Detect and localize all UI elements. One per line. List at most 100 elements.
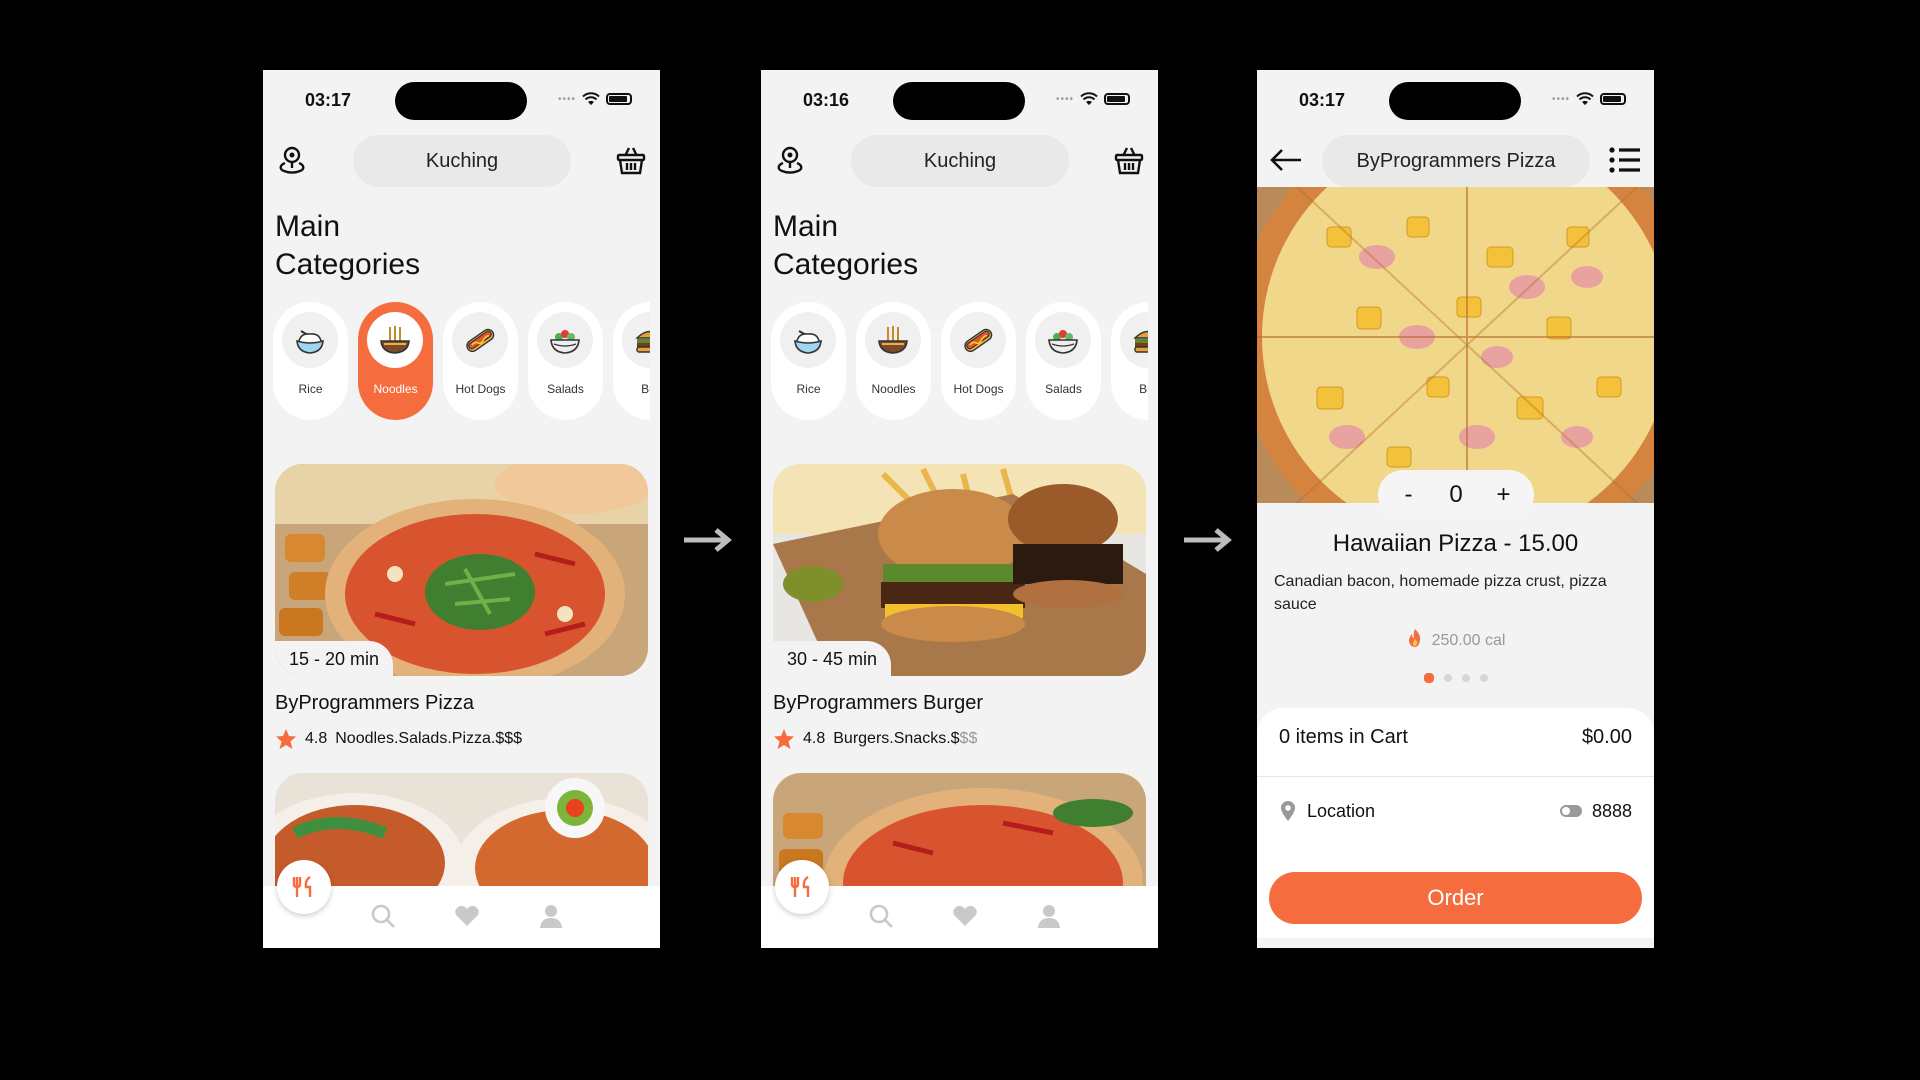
location-pill[interactable]: Kuching (851, 135, 1069, 187)
divider (1257, 776, 1654, 777)
arrow-right-icon (684, 528, 732, 552)
top-header: Kuching (761, 133, 1158, 187)
category-burgers[interactable]: Bur (1111, 302, 1148, 420)
phone-screen-home-1: 03:17 •••• Kuching Main Categories Rice (263, 70, 660, 948)
pager-dot-active[interactable] (1423, 673, 1434, 683)
category-noodles[interactable]: Noodles (358, 302, 433, 420)
pager-dot[interactable] (1461, 674, 1470, 682)
carousel-pager (1257, 673, 1654, 683)
noodles-icon (367, 312, 423, 368)
price-level: $$$ (495, 730, 523, 747)
hotdog-icon (452, 312, 508, 368)
status-bar: 03:17 •••• (263, 70, 660, 130)
category-salads[interactable]: Salads (1026, 302, 1101, 420)
category-hot-dogs[interactable]: Hot Dogs (443, 302, 518, 420)
burger-icon (1120, 312, 1148, 368)
restaurant-tags: Noodles.Salads.Pizza. (335, 730, 496, 747)
noodles-icon (865, 312, 921, 368)
increase-button[interactable]: + (1484, 481, 1524, 509)
category-noodles[interactable]: Noodles (856, 302, 931, 420)
eta-badge: 30 - 45 min (773, 641, 892, 676)
location-pill[interactable]: Kuching (353, 135, 571, 187)
pager-dot[interactable] (1479, 674, 1488, 682)
phone-screen-restaurant-detail: 03:17 •••• ByProgrammers Pizza - 0 + Haw… (1257, 70, 1654, 948)
category-hot-dogs[interactable]: Hot Dogs (941, 302, 1016, 420)
category-label: Noodles (373, 382, 418, 396)
phone-screen-home-2: 03:16 •••• Kuching Main Categories Rice (761, 70, 1158, 948)
restaurant-name[interactable]: ByProgrammers Pizza (275, 692, 474, 715)
star-icon (276, 729, 296, 749)
calories-value: 250.00 cal (1431, 632, 1506, 649)
search-icon[interactable] (865, 900, 897, 932)
section-title: Main Categories (773, 210, 919, 281)
utensils-icon[interactable] (277, 860, 331, 914)
location-row[interactable]: Location 8888 (1279, 796, 1632, 826)
category-label: Salads (547, 382, 584, 396)
salad-icon (1035, 312, 1091, 368)
restaurant-tags: Burgers.Snacks. (833, 730, 951, 747)
pager-dot[interactable] (1443, 674, 1452, 682)
utensils-icon[interactable] (775, 860, 829, 914)
bottom-tab-bar (263, 860, 660, 948)
order-button[interactable]: Order (1269, 872, 1642, 924)
restaurant-name[interactable]: ByProgrammers Burger (773, 692, 983, 715)
quantity-stepper: - 0 + (1378, 470, 1534, 520)
rating-value: 4.8 (803, 730, 826, 747)
heart-icon[interactable] (949, 900, 981, 932)
basket-icon[interactable] (612, 141, 650, 179)
rating-value: 4.8 (305, 730, 328, 747)
category-rice[interactable]: Rice (771, 302, 846, 420)
wifi-icon (1080, 92, 1098, 105)
category-salads[interactable]: Salads (528, 302, 603, 420)
star-icon (774, 729, 794, 749)
list-menu-icon[interactable] (1606, 141, 1644, 179)
signal-icon: •••• (1055, 93, 1074, 105)
category-list: Rice Noodles Hot Dogs Salads Bur (273, 302, 650, 424)
quantity-value: 0 (1449, 481, 1463, 508)
location-label: Location (1307, 800, 1376, 821)
item-description: Canadian bacon, homemade pizza crust, pi… (1274, 573, 1607, 613)
back-arrow-icon[interactable] (1267, 141, 1305, 179)
search-icon[interactable] (367, 900, 399, 932)
heart-icon[interactable] (451, 900, 483, 932)
rice-bowl-icon (282, 312, 338, 368)
category-rice[interactable]: Rice (273, 302, 348, 420)
food-item-photo[interactable] (1257, 187, 1654, 503)
section-title: Main Categories (275, 210, 421, 281)
bottom-tab-bar (761, 860, 1158, 948)
restaurant-photo[interactable] (773, 773, 1146, 893)
category-label: Bur (641, 382, 650, 396)
wifi-icon (1576, 92, 1594, 105)
category-label: Rice (298, 382, 323, 396)
user-icon[interactable] (535, 900, 567, 932)
dynamic-island (1389, 82, 1521, 120)
signal-icon: •••• (557, 93, 576, 105)
signal-icon: •••• (1551, 93, 1570, 105)
category-label: Salads (1045, 382, 1082, 396)
hotdog-icon (950, 312, 1006, 368)
map-pin-icon (1281, 801, 1295, 821)
category-list: Rice Noodles Hot Dogs Salads Bur (771, 302, 1148, 424)
category-burgers[interactable]: Bur (613, 302, 650, 420)
location-pin-icon[interactable] (771, 141, 809, 179)
user-icon[interactable] (1033, 900, 1065, 932)
category-label: Hot Dogs (455, 382, 506, 396)
dynamic-island (893, 82, 1025, 120)
item-title: Hawaiian Pizza - 15.00 (1332, 530, 1579, 557)
restaurant-meta: 4.8 Burgers.Snacks.$$$ (773, 728, 977, 750)
category-label: Hot Dogs (953, 382, 1004, 396)
location-pin-icon[interactable] (273, 141, 311, 179)
rice-bowl-icon (780, 312, 836, 368)
restaurant-photo[interactable]: 15 - 20 min (275, 464, 648, 676)
restaurant-photo[interactable] (275, 773, 648, 893)
restaurant-photo[interactable]: 30 - 45 min (773, 464, 1146, 676)
restaurant-title-pill: ByProgrammers Pizza (1322, 135, 1590, 187)
fire-icon (1408, 629, 1420, 647)
decrease-button[interactable]: - (1388, 481, 1428, 509)
status-bar: 03:16 •••• (761, 70, 1158, 130)
top-header: ByProgrammers Pizza (1257, 133, 1654, 187)
card-toggle-icon[interactable] (1559, 805, 1582, 817)
basket-icon[interactable] (1110, 141, 1148, 179)
status-bar: 03:17 •••• (1257, 70, 1654, 130)
battery-icon (1600, 93, 1626, 105)
